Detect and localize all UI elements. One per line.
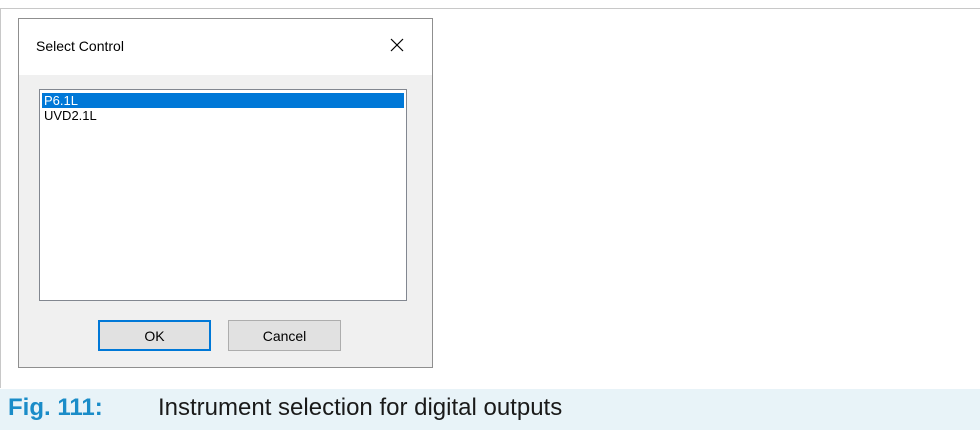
- close-button[interactable]: [381, 29, 413, 61]
- list-item[interactable]: P6.1L: [42, 93, 404, 108]
- figure-caption: Fig. 111: Instrument selection for digit…: [0, 389, 980, 430]
- close-icon: [390, 38, 404, 52]
- control-listbox[interactable]: P6.1L UVD2.1L: [39, 89, 407, 301]
- dialog-titlebar: Select Control: [19, 19, 432, 75]
- ok-button[interactable]: OK: [98, 320, 211, 351]
- select-control-dialog: Select Control P6.1L UVD2.1L OK Cancel: [18, 18, 433, 368]
- page-frame-top-rule: [0, 8, 980, 9]
- figure-label: Fig. 111:: [8, 394, 103, 421]
- dialog-title: Select Control: [36, 38, 124, 54]
- cancel-button[interactable]: Cancel: [228, 320, 341, 351]
- list-item[interactable]: UVD2.1L: [42, 108, 404, 123]
- figure-caption-text: Instrument selection for digital outputs: [158, 394, 563, 421]
- page-frame-left-rule: [0, 8, 1, 388]
